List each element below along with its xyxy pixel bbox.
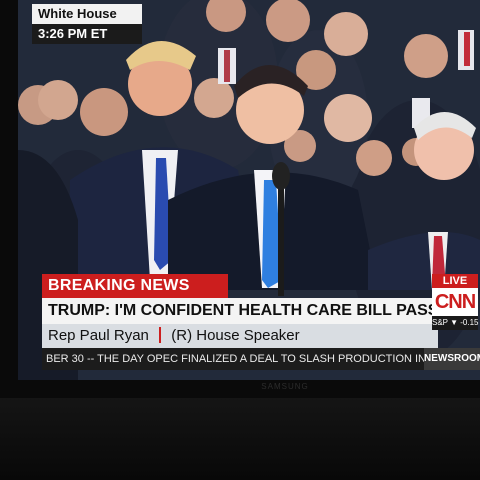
tv-bezel: White House 3:26 PM ET BREAKING NEWS TRU… — [0, 0, 480, 398]
news-ticker: BER 30 -- THE DAY OPEC FINALIZED A DEAL … — [42, 348, 480, 370]
location-bug: White House — [32, 4, 142, 24]
tv-brand-label: SAMSUNG — [261, 382, 309, 391]
speaker-name: Rep Paul Ryan — [48, 327, 149, 344]
live-badge: LIVE — [432, 274, 478, 288]
network-logo: CNN — [432, 288, 478, 316]
nameplate-divider — [159, 327, 162, 343]
tv-screen: White House 3:26 PM ET BREAKING NEWS TRU… — [18, 0, 480, 380]
breaking-news-label: BREAKING NEWS — [42, 274, 228, 298]
tv-stand-area — [0, 398, 480, 480]
headline: TRUMP: I'M CONFIDENT HEALTH CARE BILL PA… — [42, 298, 438, 324]
speaker-nameplate: Rep Paul Ryan (R) House Speaker — [42, 324, 438, 348]
speaker-title: (R) House Speaker — [171, 327, 300, 344]
program-tag: NEWSROOM — [424, 348, 480, 370]
time-bug: 3:26 PM ET — [32, 24, 142, 44]
market-indicator: S&P ▼ -0.15 — [432, 316, 478, 330]
ticker-text: BER 30 -- THE DAY OPEC FINALIZED A DEAL … — [46, 353, 428, 365]
